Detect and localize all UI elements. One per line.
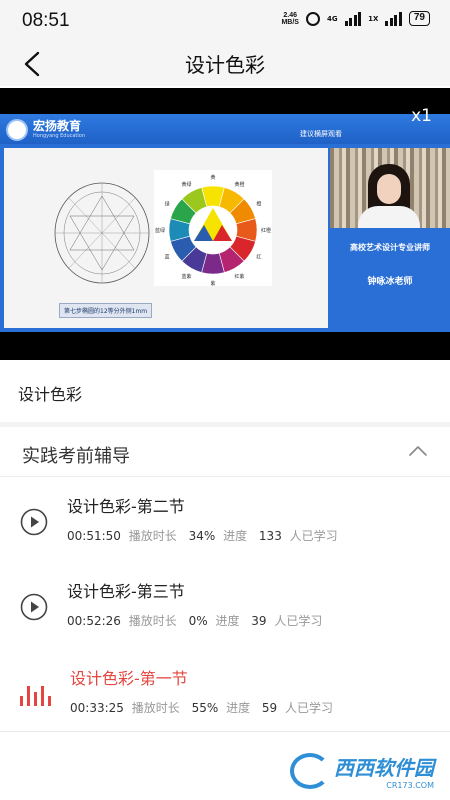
color-wheel-label: 绿 [165, 201, 170, 208]
status-time: 08:51 [22, 10, 70, 31]
bottom-divider [0, 731, 450, 732]
color-wheel-label: 黄绿 [181, 181, 191, 188]
video-player[interactable]: 宏扬教育 Hongyang Education 建议横屏观看 第七步椭圆的12等… [0, 88, 450, 360]
lesson-progress: 0% [188, 614, 208, 628]
watermark-text: 西西软件园 [334, 756, 434, 780]
lesson-meta: 00:33:25 播放时长 55% 进度 59 人已学习 [70, 699, 341, 716]
color-wheel-label: 橙 [256, 201, 261, 208]
lesson-learners: 133 [258, 529, 282, 543]
status-bar: 08:51 2.46 MB/S 4G 1X 79 [0, 0, 450, 40]
color-wheel-label: 红紫 [234, 273, 244, 280]
teacher-title: 高校艺术设计专业讲师 [350, 243, 430, 252]
status-icons: 2.46 MB/S 4G 1X 79 [281, 11, 430, 26]
lesson-progress-label: 进度 [223, 529, 248, 543]
lesson-meta: 00:51:50 播放时长 34% 进度 133 人已学习 [67, 527, 346, 544]
network-type-1x: 1X [368, 14, 379, 23]
lesson-meta: 00:52:26 播放时长 0% 进度 39 人已学习 [67, 612, 330, 629]
lesson-title: 设计色彩-第一节 [70, 669, 188, 688]
slide-hint: 建议横屏观看 [300, 130, 342, 138]
battery-icon: 79 [408, 11, 430, 26]
watermark-sub: CR173.COM [386, 781, 434, 790]
lesson-learners-label: 人已学习 [285, 701, 334, 715]
course-title: 设计色彩 [18, 385, 83, 404]
lesson-duration-label: 播放时长 [128, 614, 177, 628]
lesson-duration: 00:51:50 [67, 529, 121, 543]
playback-speed-button[interactable]: x1 [411, 106, 432, 126]
color-wheel-label: 黄 [210, 174, 215, 181]
lesson-duration-label: 播放时长 [128, 529, 177, 543]
color-wheel-icon: 黄黄橙橙红橙红红紫紫 蓝紫 蓝 蓝绿 绿 黄绿 [155, 174, 271, 287]
lesson-item[interactable]: 设计色彩-第三节 00:52:26 播放时长 0% 进度 39 人已学习 [0, 563, 450, 648]
teacher-face [377, 174, 401, 204]
lesson-duration: 00:33:25 [70, 701, 124, 715]
color-wheel-label: 黄橙 [234, 181, 244, 188]
net-speed-indicator: 2.46 MB/S [281, 11, 299, 26]
lesson-progress-label: 进度 [215, 614, 240, 628]
page-title: 设计色彩 [185, 53, 265, 77]
nav-bar: 设计色彩 [0, 40, 450, 86]
watermark-logo-icon [290, 753, 330, 789]
color-wheel-label: 蓝 [165, 254, 170, 261]
lesson-item-active[interactable]: 设计色彩-第一节 00:33:25 播放时长 55% 进度 59 人已学习 [0, 650, 450, 735]
signal-icon [344, 11, 362, 26]
lesson-learners-label: 人已学习 [289, 529, 338, 543]
lesson-title: 设计色彩-第二节 [67, 497, 185, 516]
chapter-title: 实践考前辅导 [22, 446, 130, 467]
chapter-header[interactable]: 实践考前辅导 [0, 427, 450, 477]
watermark: 西西软件园 CR173.COM [290, 752, 434, 790]
teacher-body [358, 206, 420, 228]
slide-board: 第七步椭圆的12等分外侧1mm 黄黄橙橙红橙红红紫紫 蓝紫 蓝 蓝绿 绿 黄绿 [4, 148, 328, 328]
teacher-name: 钟咏冰老师 [367, 277, 413, 287]
alarm-icon [305, 11, 320, 26]
lesson-learners: 59 [261, 701, 278, 715]
lesson-title: 设计色彩-第三节 [67, 582, 185, 601]
school-logo-icon [6, 119, 28, 141]
sketch-wheel-icon [54, 182, 150, 284]
color-wheel: 黄黄橙橙红橙红红紫紫 蓝紫 蓝 蓝绿 绿 黄绿 [154, 170, 272, 287]
now-playing-icon [20, 684, 51, 706]
color-wheel-label: 红 [256, 254, 261, 261]
play-circle-icon [20, 593, 48, 621]
signal-icon-2 [385, 11, 402, 26]
slide-logo-text: 宏扬教育 [33, 119, 82, 133]
lesson-learners: 39 [251, 614, 267, 628]
teacher-video [330, 148, 450, 228]
lesson-duration: 00:52:26 [67, 614, 121, 628]
lesson-duration-label: 播放时长 [131, 701, 180, 715]
chevron-up-icon [409, 446, 427, 456]
lesson-progress-label: 进度 [226, 701, 251, 715]
slide-logo-sub: Hongyang Education [33, 133, 86, 139]
lesson-item[interactable]: 设计色彩-第二节 00:51:50 播放时长 34% 进度 133 人已学习 [0, 478, 450, 563]
slide-header: 宏扬教育 Hongyang Education 建议横屏观看 [0, 114, 450, 144]
color-wheel-label: 蓝绿 [155, 227, 165, 234]
play-circle-icon [20, 508, 48, 536]
sketch-caption: 第七步椭圆的12等分外侧1mm [59, 303, 153, 318]
color-wheel-label: 红橙 [261, 227, 271, 234]
network-type-4g: 4G [326, 14, 338, 23]
lesson-progress: 55% [191, 701, 219, 715]
color-wheel-label: 紫 [210, 281, 215, 286]
video-frame: 宏扬教育 Hongyang Education 建议横屏观看 第七步椭圆的12等… [0, 114, 450, 332]
color-wheel-label: 蓝紫 [181, 273, 191, 280]
lesson-progress: 34% [188, 529, 216, 543]
lesson-learners-label: 人已学习 [274, 614, 323, 628]
